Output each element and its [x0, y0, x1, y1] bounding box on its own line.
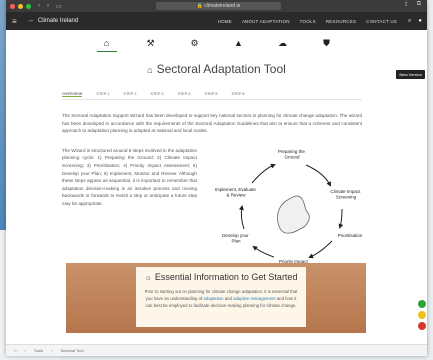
- adaptive-management-link[interactable]: adaptive management: [233, 296, 276, 301]
- essential-info-text: Prior to starting out on planning for cl…: [144, 288, 298, 309]
- cycle-node-line: Develop your: [222, 233, 249, 238]
- essential-info-title: ☼ Essential Information to Get Started: [144, 272, 298, 282]
- essential-info-text-part: and: [223, 296, 234, 301]
- bank-icon[interactable]: ⌂: [96, 38, 117, 52]
- cloud-icon[interactable]: ☁: [276, 38, 290, 49]
- cycle-node-line: & Review: [226, 192, 246, 197]
- nav-link-resources[interactable]: RESOURCES: [326, 19, 356, 24]
- essential-info-box: ☼ Essential Information to Get Started Pr…: [136, 267, 306, 327]
- nav-link-home[interactable]: HOME: [218, 19, 232, 24]
- address-bar[interactable]: 🔒 climateireland.ie: [156, 2, 281, 10]
- cycle-arrow: [308, 240, 333, 258]
- tab-step-3[interactable]: STEP 3: [150, 92, 163, 97]
- tab-step-6[interactable]: STEP 6: [231, 92, 244, 97]
- home-icon[interactable]: ⌂: [14, 348, 16, 353]
- page-title-text: Sectoral Adaptation Tool: [156, 62, 286, 76]
- tabs-icon[interactable]: ⧉: [417, 1, 421, 8]
- cycle-arrow: [305, 164, 331, 187]
- url-text: climateireland.ie: [204, 3, 241, 9]
- lightbulb-icon: ☼: [144, 273, 152, 282]
- cycle-node-line: Preparing the: [278, 149, 306, 154]
- breadcrumb-tools[interactable]: Tools: [34, 348, 43, 353]
- adaptation-cycle-diagram: Preparing the Ground Climate Impact Scre…: [215, 149, 363, 270]
- neutral-feedback-icon[interactable]: [418, 311, 426, 319]
- search-icon[interactable]: ⌕: [408, 18, 411, 25]
- breadcrumb-sectoral-tool: Sectoral Tool: [60, 348, 84, 353]
- shield-icon[interactable]: ⛊: [320, 38, 334, 49]
- breadcrumb-separator: ›: [51, 348, 53, 353]
- logo-icon[interactable]: ∽: [28, 17, 34, 25]
- sidebar-icon[interactable]: ▭: [56, 3, 62, 10]
- cycle-node-line: Plan: [231, 238, 241, 243]
- sector-icons-row: ⌂ ⚒ ⚙ ▲ ☁ ⛊: [6, 30, 427, 56]
- cycle-node-implement[interactable]: Implement, Evaluate & Review: [215, 187, 257, 198]
- nav-icons: ⌕ ●: [408, 12, 422, 30]
- back-icon[interactable]: ‹: [38, 3, 40, 9]
- cycle-arrow: [338, 208, 344, 229]
- essential-info-title-text: Essential Information to Get Started: [154, 272, 298, 282]
- step-tabs: OVERVIEW STEP 1 STEP 2 STEP 3 STEP 4 STE…: [62, 92, 362, 100]
- minimize-window-button[interactable]: [18, 3, 23, 9]
- tab-step-2[interactable]: STEP 2: [123, 92, 136, 97]
- user-icon[interactable]: ●: [418, 18, 422, 24]
- cycle-node-line: Climate Impact: [330, 189, 361, 194]
- lock-icon: 🔒: [196, 3, 203, 9]
- breadcrumb-separator: ›: [24, 348, 26, 353]
- nav-link-tools[interactable]: TOOLS: [300, 19, 316, 24]
- cycle-node-prioritisation[interactable]: Prioritisation: [338, 233, 363, 238]
- site-brand[interactable]: Climate Ireland: [38, 18, 78, 24]
- ireland-map-icon: [277, 195, 310, 234]
- close-window-button[interactable]: [10, 3, 15, 9]
- wizard-section: The Wizard is structured around 6 steps …: [62, 147, 372, 277]
- cycle-arrow: [252, 245, 275, 258]
- hamburger-menu-icon[interactable]: ≡: [12, 17, 24, 26]
- cycle-node-develop-plan[interactable]: Develop your Plan: [222, 233, 250, 244]
- cycle-node-preparing[interactable]: Preparing the Ground: [278, 149, 306, 160]
- tool-icon[interactable]: ⚙: [188, 38, 202, 49]
- nav-link-contact-us[interactable]: CONTACT US: [366, 19, 397, 24]
- share-icon[interactable]: ⇪: [404, 1, 409, 8]
- maximize-window-button[interactable]: [26, 3, 31, 9]
- nav-links: HOME ABOUT ADAPTATION TOOLS RESOURCES CO…: [218, 12, 397, 30]
- cycle-node-line: Prioritisation: [338, 233, 363, 238]
- alert-icon[interactable]: ▲: [232, 38, 246, 48]
- wizard-paragraph: The Wizard is structured around 6 steps …: [62, 147, 197, 206]
- bank-icon: ⌂: [147, 65, 153, 75]
- browser-window: ‹ › ▭ 🔒 climateireland.ie ⇪ ⧉ ≡ ∽ Climat…: [6, 0, 427, 356]
- tab-step-1[interactable]: STEP 1: [96, 92, 109, 97]
- cycle-arrow: [238, 204, 245, 229]
- adaptation-link[interactable]: adaptation: [203, 296, 223, 301]
- essential-info-banner: ☼ Essential Information to Get Started Pr…: [66, 263, 366, 333]
- tab-overview[interactable]: OVERVIEW: [62, 92, 83, 97]
- cycle-node-line: Implement, Evaluate: [215, 187, 257, 192]
- intro-paragraph: The Sectoral Adaptation Support Wizard h…: [62, 113, 362, 134]
- nav-link-about-adaptation[interactable]: ABOUT ADAPTATION: [242, 19, 290, 24]
- sad-feedback-icon[interactable]: [418, 322, 426, 330]
- cycle-node-screening[interactable]: Climate Impact Screening: [330, 189, 361, 200]
- tab-step-4[interactable]: STEP 4: [177, 92, 190, 97]
- browser-actions: ⇪ ⧉: [404, 1, 421, 8]
- network-icon[interactable]: ⚒: [144, 38, 158, 49]
- happy-feedback-icon[interactable]: [418, 300, 426, 308]
- site-navbar: ≡ ∽ Climate Ireland HOME ABOUT ADAPTATIO…: [6, 12, 427, 30]
- cycle-node-line: Ground: [284, 154, 300, 159]
- tab-step-5[interactable]: STEP 5: [204, 92, 217, 97]
- cycle-arrow: [251, 163, 276, 184]
- cycle-node-line: Screening: [336, 194, 357, 199]
- page-title: ⌂ Sectoral Adaptation Tool: [6, 62, 427, 76]
- browser-chrome: ‹ › ▭ 🔒 climateireland.ie ⇪ ⧉: [6, 0, 427, 12]
- forward-icon[interactable]: ›: [47, 3, 49, 9]
- breadcrumb: ⌂ › Tools › Sectoral Tool: [6, 344, 427, 356]
- beta-version-badge[interactable]: Beta Version: [396, 70, 425, 79]
